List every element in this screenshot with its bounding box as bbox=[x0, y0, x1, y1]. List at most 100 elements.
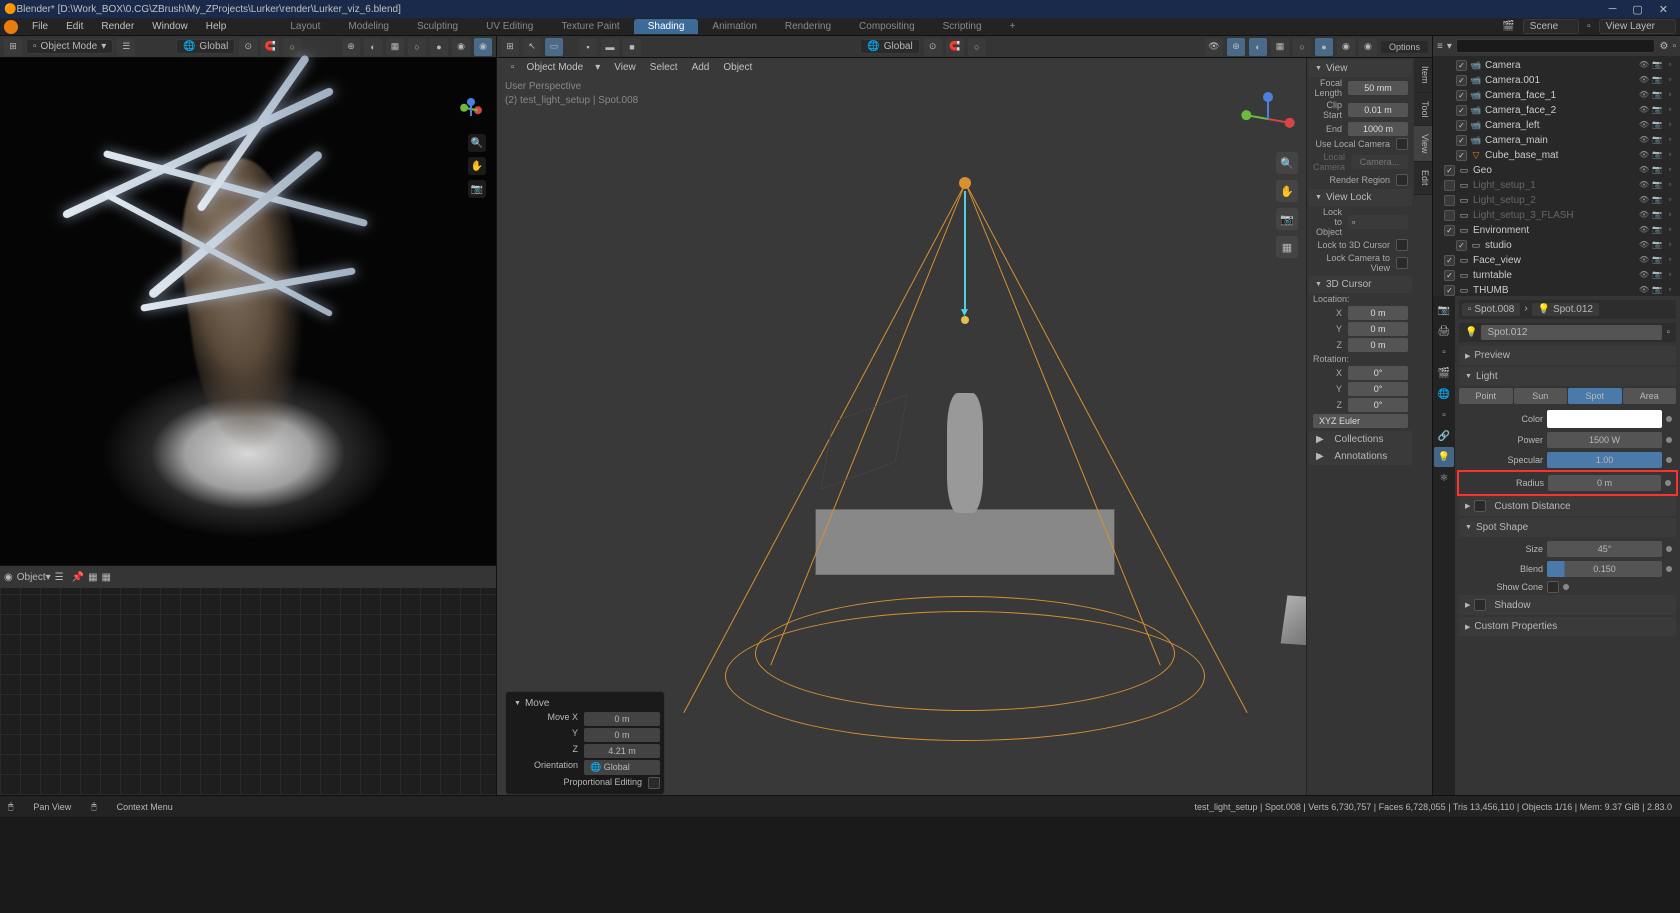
visibility-toggle[interactable]: 📷 bbox=[1651, 285, 1663, 297]
vp-menu-object[interactable]: Object bbox=[717, 62, 758, 73]
proptab-world[interactable]: 🌐 bbox=[1434, 384, 1454, 404]
edge-icon[interactable]: ▬ bbox=[601, 38, 619, 56]
proptab-physics[interactable]: ⚛ bbox=[1434, 468, 1454, 488]
npanel-tab-view[interactable]: View bbox=[1414, 126, 1432, 162]
viewlayer-selector[interactable]: View Layer bbox=[1599, 19, 1676, 34]
tab-shading[interactable]: Shading bbox=[634, 19, 699, 34]
light-radius[interactable]: 0 m bbox=[1548, 475, 1661, 491]
visibility-toggle[interactable]: ▫ bbox=[1664, 195, 1676, 207]
light-color[interactable] bbox=[1547, 410, 1662, 428]
node-grid[interactable] bbox=[0, 588, 496, 795]
spot-size[interactable]: 45° bbox=[1547, 541, 1662, 557]
visibility-toggle[interactable]: 📷 bbox=[1651, 195, 1663, 207]
editor-type-icon[interactable]: ≡ bbox=[1437, 41, 1443, 52]
proptab-viewlayer[interactable]: ▫ bbox=[1434, 342, 1454, 362]
section-collections[interactable]: ▶ Collections bbox=[1309, 431, 1412, 448]
snap-icon[interactable]: 🧲 bbox=[946, 38, 964, 56]
snap-icon[interactable]: ▦ bbox=[88, 572, 97, 583]
zoom-icon[interactable]: 🔍 bbox=[1276, 152, 1298, 174]
mode-select[interactable]: ▫Object Mode▾ bbox=[505, 62, 606, 73]
menu-edit[interactable]: Edit bbox=[58, 19, 91, 34]
visibility-toggle[interactable]: 👁 bbox=[1638, 225, 1650, 237]
bc-object[interactable]: ▫ Spot.008 bbox=[1462, 303, 1520, 316]
vp-menu-add[interactable]: Add bbox=[686, 62, 716, 73]
proptab-render[interactable]: 📷 bbox=[1434, 300, 1454, 320]
mode-selector[interactable]: ▫ Object Mode ▾ bbox=[26, 39, 113, 54]
visibility-toggle[interactable]: 📷 bbox=[1651, 225, 1663, 237]
move-orient[interactable]: 🌐 Global bbox=[584, 760, 660, 775]
lock-object-field[interactable]: ▫ bbox=[1348, 215, 1408, 229]
visibility-toggle[interactable]: ▫ bbox=[1664, 105, 1676, 117]
visibility-toggle[interactable]: ▫ bbox=[1664, 255, 1676, 267]
proportional-icon[interactable]: ○ bbox=[283, 38, 301, 56]
npanel-tab-tool[interactable]: Tool bbox=[1414, 93, 1432, 127]
outliner-row[interactable]: ▭Light_setup_3_FLASH👁📷▫ bbox=[1433, 208, 1680, 223]
focal-length-field[interactable]: 50 mm bbox=[1348, 81, 1408, 95]
visibility-toggle[interactable]: ▫ bbox=[1664, 270, 1676, 282]
outliner-row[interactable]: ▭studio👁📷▫ bbox=[1433, 238, 1680, 253]
collection-check[interactable] bbox=[1444, 225, 1455, 236]
visibility-toggle[interactable]: 📷 bbox=[1651, 120, 1663, 132]
object-check[interactable] bbox=[1456, 105, 1467, 116]
solid-icon[interactable]: ● bbox=[1315, 38, 1333, 56]
proptab-output[interactable]: 🖨 bbox=[1434, 321, 1454, 341]
outliner-row[interactable]: 📹Camera👁📷▫ bbox=[1433, 58, 1680, 73]
visibility-toggle[interactable]: 👁 bbox=[1638, 255, 1650, 267]
keyframe-dot[interactable] bbox=[1563, 584, 1569, 590]
section-spot-shape[interactable]: Spot Shape bbox=[1459, 518, 1676, 537]
minimize-button[interactable]: ─ bbox=[1609, 3, 1617, 16]
section-shadow[interactable]: Shadow bbox=[1459, 595, 1676, 615]
collection-check[interactable] bbox=[1444, 285, 1455, 296]
shading-wireframe-icon[interactable]: ○ bbox=[408, 38, 426, 56]
visibility-toggle[interactable]: 📷 bbox=[1651, 180, 1663, 192]
options-dropdown[interactable]: Options bbox=[1381, 41, 1428, 53]
vp-menu-view[interactable]: View bbox=[608, 62, 642, 73]
visibility-toggle[interactable]: 📷 bbox=[1651, 135, 1663, 147]
move-y[interactable]: 0 m bbox=[584, 728, 660, 742]
outliner-search[interactable] bbox=[1456, 39, 1656, 53]
object-check[interactable] bbox=[1456, 150, 1467, 161]
visibility-toggle[interactable]: 👁 bbox=[1638, 210, 1650, 222]
visibility-toggle[interactable]: 📷 bbox=[1651, 240, 1663, 252]
light-type-sun[interactable]: Sun bbox=[1514, 388, 1568, 404]
show-cone-check[interactable] bbox=[1547, 581, 1559, 593]
tab-compositing[interactable]: Compositing bbox=[845, 19, 929, 34]
nav-gizmo[interactable] bbox=[442, 86, 486, 130]
light-power[interactable]: 1500 W bbox=[1547, 432, 1662, 448]
tab-texture[interactable]: Texture Paint bbox=[547, 19, 633, 34]
vert-icon[interactable]: ▪ bbox=[579, 38, 597, 56]
visibility-toggle[interactable]: ▫ bbox=[1664, 210, 1676, 222]
local-camera-field[interactable]: Camera... bbox=[1351, 155, 1408, 169]
custom-distance-check[interactable] bbox=[1474, 500, 1486, 512]
npanel-tab-edit[interactable]: Edit bbox=[1414, 162, 1432, 195]
perspective-icon[interactable]: ▦ bbox=[1276, 236, 1298, 258]
overlay-icon[interactable]: ◐ bbox=[1249, 38, 1267, 56]
outliner-row[interactable]: 📹Camera_left👁📷▫ bbox=[1433, 118, 1680, 133]
menu-toggle-icon[interactable]: ☰ bbox=[117, 38, 135, 56]
collection-check[interactable] bbox=[1444, 210, 1455, 221]
use-local-camera-check[interactable] bbox=[1396, 138, 1408, 150]
shadow-check[interactable] bbox=[1474, 599, 1486, 611]
visibility-toggle[interactable]: 📷 bbox=[1651, 60, 1663, 72]
snap-icon[interactable]: 🧲 bbox=[261, 38, 279, 56]
camera-view-icon[interactable]: 📷 bbox=[1276, 208, 1298, 230]
tab-modeling[interactable]: Modeling bbox=[334, 19, 403, 34]
collection-check[interactable] bbox=[1444, 255, 1455, 266]
outliner-row[interactable]: ▭Face_view👁📷▫ bbox=[1433, 253, 1680, 268]
section-custom-distance[interactable]: Custom Distance bbox=[1459, 496, 1676, 516]
gizmo-icon[interactable]: ⊕ bbox=[1227, 38, 1245, 56]
overlay-icon[interactable]: ◐ bbox=[364, 38, 382, 56]
keyframe-dot[interactable] bbox=[1666, 457, 1672, 463]
visibility-toggle[interactable]: 📷 bbox=[1651, 165, 1663, 177]
filter-icon[interactable]: 👁 bbox=[1205, 38, 1223, 56]
tab-sculpting[interactable]: Sculpting bbox=[403, 19, 472, 34]
section-light[interactable]: Light bbox=[1459, 367, 1676, 386]
filter-icon[interactable]: ⚙ bbox=[1659, 41, 1668, 52]
render-region-check[interactable] bbox=[1396, 174, 1408, 186]
camera-icon[interactable]: 📷 bbox=[468, 180, 486, 198]
tab-uv[interactable]: UV Editing bbox=[472, 19, 547, 34]
light-type-point[interactable]: Point bbox=[1459, 388, 1513, 404]
outliner-row[interactable]: 📹Camera_face_1👁📷▫ bbox=[1433, 88, 1680, 103]
select-box-icon[interactable]: ▭ bbox=[545, 38, 563, 56]
light-target-dot[interactable] bbox=[961, 316, 969, 324]
